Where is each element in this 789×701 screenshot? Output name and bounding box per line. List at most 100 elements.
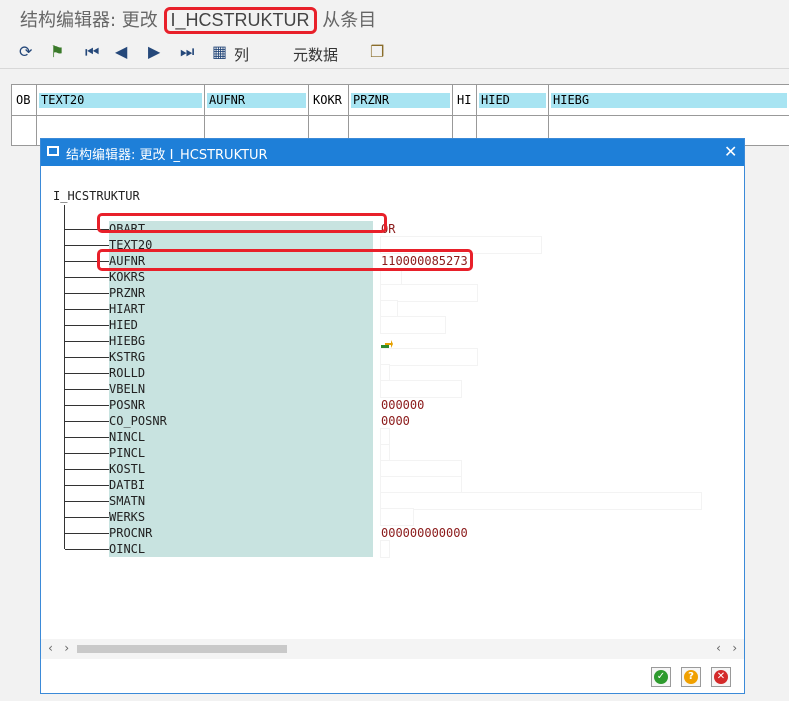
tree-branch bbox=[65, 533, 109, 534]
tree-branch bbox=[65, 485, 109, 486]
field-name: POSNR bbox=[109, 397, 373, 413]
field-name: HIART bbox=[109, 301, 373, 317]
field-value-input[interactable] bbox=[381, 461, 461, 477]
field-value-input[interactable] bbox=[381, 429, 389, 445]
toolbar: ⟳ ⚑ ⏮ ◀ ▶ ⏭ ▦ 列 元数据 ❐ bbox=[0, 36, 789, 68]
field-name: DATBI bbox=[109, 477, 373, 493]
field-name: WERKS bbox=[109, 509, 373, 525]
tree-branch bbox=[65, 389, 109, 390]
navigate-icon[interactable] bbox=[381, 335, 393, 350]
field-name: SMATN bbox=[109, 493, 373, 509]
title-prefix: 结构编辑器: 更改 bbox=[20, 10, 158, 31]
tree-branch bbox=[65, 501, 109, 502]
grid-col-aufnr[interactable]: AUFNR bbox=[204, 85, 309, 145]
field-value-input[interactable] bbox=[381, 269, 401, 285]
hierarchy-icon[interactable]: ⚑ bbox=[50, 42, 64, 61]
tree-branch bbox=[65, 245, 109, 246]
field-value-input[interactable] bbox=[381, 365, 389, 381]
field-name: HIED bbox=[109, 317, 373, 333]
field-value-input[interactable] bbox=[381, 381, 461, 397]
field-value[interactable]: 0000 bbox=[381, 413, 410, 429]
tree-root: I_HCSTRUKTUR bbox=[53, 189, 140, 203]
field-value-input[interactable] bbox=[381, 317, 445, 333]
tree-branch bbox=[65, 357, 109, 358]
scroll-right-icon[interactable]: › bbox=[63, 641, 70, 655]
cancel-button[interactable]: ✕ bbox=[711, 667, 731, 687]
grid-col-prznr[interactable]: PRZNR bbox=[348, 85, 453, 145]
tree-branch bbox=[65, 517, 109, 518]
columns-icon[interactable]: ▦ bbox=[212, 42, 227, 61]
refresh-icon[interactable]: ⟳ bbox=[19, 42, 32, 61]
field-value-input[interactable] bbox=[381, 493, 701, 509]
grid-col-text20[interactable]: TEXT20 bbox=[36, 85, 205, 145]
field-value[interactable]: 000000 bbox=[381, 397, 424, 413]
field-name: VBELN bbox=[109, 381, 373, 397]
structure-editor-dialog: 结构编辑器: 更改 I_HCSTRUKTUR ✕ I_HCSTRUKTUR OB… bbox=[40, 138, 745, 694]
field-name: NINCL bbox=[109, 429, 373, 445]
tree-branch bbox=[65, 453, 109, 454]
copy-icon[interactable]: ❐ bbox=[370, 42, 384, 61]
scroll-thumb[interactable] bbox=[77, 645, 287, 653]
field-value-input[interactable] bbox=[381, 285, 477, 301]
tree-branch bbox=[65, 469, 109, 470]
field-name: OINCL bbox=[109, 541, 373, 557]
title-structure-name: I_HCSTRUKTUR bbox=[163, 7, 317, 34]
grid-col-hied[interactable]: HIED bbox=[476, 85, 549, 145]
field-name: KSTRG bbox=[109, 349, 373, 365]
scroll-left-icon-2[interactable]: ‹ bbox=[715, 641, 722, 655]
tree-branch bbox=[65, 293, 109, 294]
field-value-input[interactable] bbox=[381, 477, 461, 493]
tree-branch bbox=[65, 373, 109, 374]
dialog-titlebar: 结构编辑器: 更改 I_HCSTRUKTUR ✕ bbox=[41, 139, 744, 166]
highlight-aufnr bbox=[97, 249, 473, 271]
grid-col-hi[interactable]: HI bbox=[452, 85, 477, 145]
data-grid: OB TEXT20 AUFNR KOKR PRZNR HI HIED HIEBG bbox=[11, 84, 789, 146]
tree-branch bbox=[65, 277, 109, 278]
field-value-input[interactable] bbox=[381, 445, 389, 461]
prev-icon[interactable]: ◀ bbox=[115, 42, 127, 61]
help-icon: ? bbox=[684, 670, 698, 684]
grid-col-ob[interactable]: OB bbox=[12, 85, 37, 145]
cancel-icon: ✕ bbox=[714, 670, 728, 684]
field-value-input[interactable] bbox=[381, 301, 397, 317]
first-icon[interactable]: ⏮ bbox=[85, 42, 99, 62]
close-icon[interactable]: ✕ bbox=[724, 142, 737, 161]
tree-branch bbox=[65, 341, 109, 342]
window-icon bbox=[47, 146, 59, 156]
scroll-right-icon-2[interactable]: › bbox=[731, 641, 738, 655]
field-value[interactable]: 000000000000 bbox=[381, 525, 468, 541]
grid-col-kokr[interactable]: KOKR bbox=[308, 85, 349, 145]
grid-col-hiebg[interactable]: HIEBG bbox=[548, 85, 789, 145]
scroll-left-icon[interactable]: ‹ bbox=[47, 641, 54, 655]
field-name: PRZNR bbox=[109, 285, 373, 301]
field-name: PROCNR bbox=[109, 525, 373, 541]
metadata-button[interactable]: 元数据 bbox=[293, 44, 338, 65]
field-name: PINCL bbox=[109, 445, 373, 461]
last-icon[interactable]: ⏭ bbox=[180, 42, 194, 62]
dialog-title: 结构编辑器: 更改 I_HCSTRUKTUR bbox=[66, 148, 268, 163]
next-icon[interactable]: ▶ bbox=[148, 42, 160, 61]
tree-branch bbox=[65, 405, 109, 406]
tree-branch bbox=[65, 421, 109, 422]
field-value-input[interactable] bbox=[381, 349, 477, 365]
tree-branch bbox=[65, 549, 109, 550]
window-title: 结构编辑器: 更改 I_HCSTRUKTUR 从条目 bbox=[20, 6, 376, 34]
field-name: ROLLD bbox=[109, 365, 373, 381]
columns-button[interactable]: 列 bbox=[234, 44, 249, 65]
title-suffix: 从条目 bbox=[322, 10, 377, 31]
tree-branch bbox=[65, 309, 109, 310]
help-button[interactable]: ? bbox=[681, 667, 701, 687]
confirm-button[interactable]: ✓ bbox=[651, 667, 671, 687]
field-name: CO_POSNR bbox=[109, 413, 373, 429]
field-name: KOSTL bbox=[109, 461, 373, 477]
highlight-obart bbox=[97, 213, 387, 233]
tree-trunk bbox=[64, 205, 65, 549]
field-value-input[interactable] bbox=[381, 541, 389, 557]
field-name: HIEBG bbox=[109, 333, 373, 349]
horizontal-scrollbar[interactable]: ‹ › ‹ › bbox=[41, 639, 744, 659]
toolbar-separator bbox=[0, 68, 789, 69]
tree-branch bbox=[65, 325, 109, 326]
check-icon: ✓ bbox=[654, 670, 668, 684]
field-value-input[interactable] bbox=[381, 509, 413, 525]
field-name: KOKRS bbox=[109, 269, 373, 285]
